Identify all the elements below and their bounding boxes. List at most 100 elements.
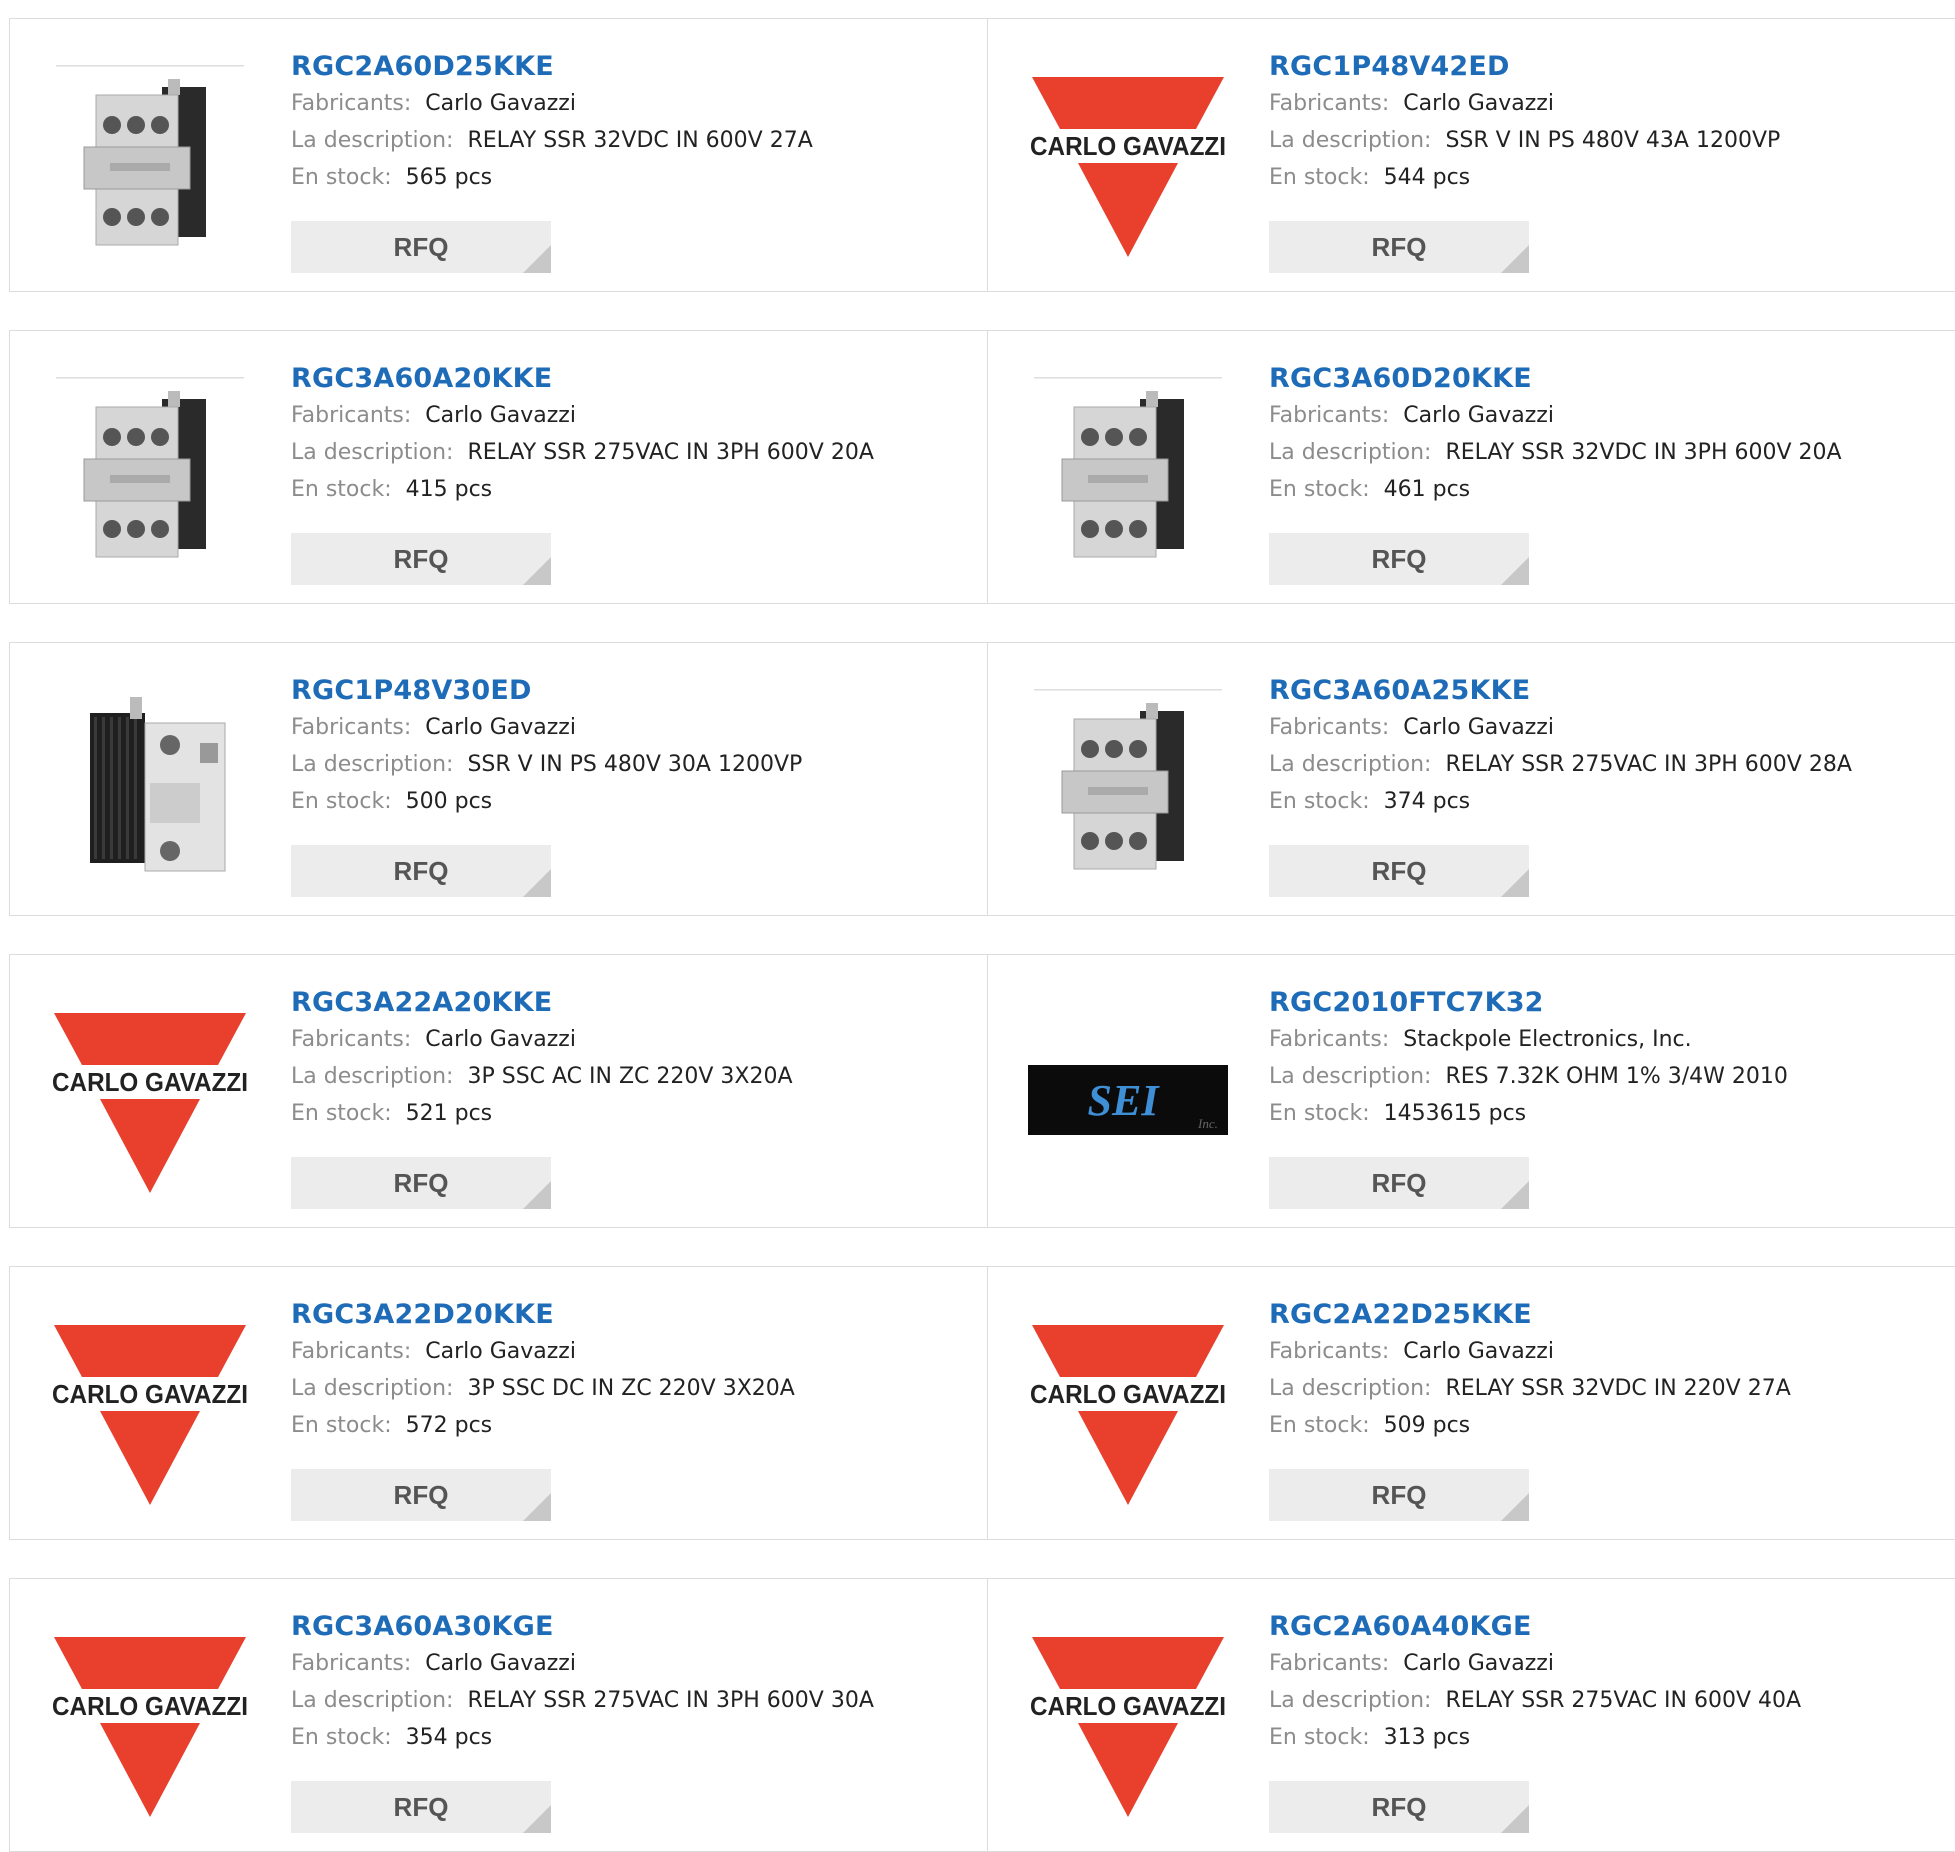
product-row: CARLO GAVAZZI RGC3A22A20KKE Fabricants: C… bbox=[9, 954, 1955, 1228]
description-label: La description: bbox=[1269, 440, 1432, 465]
part-number-link[interactable]: RGC3A60D20KKE bbox=[1269, 361, 1842, 397]
stock-line: En stock: 544 pcs bbox=[1269, 159, 1780, 196]
manufacturer-label: Fabricants: bbox=[1269, 1027, 1390, 1052]
logo-wordmark: CARLO GAVAZZI bbox=[1030, 131, 1226, 161]
rfq-button[interactable]: RFQ bbox=[1269, 1157, 1529, 1209]
stock-label: En stock: bbox=[291, 1413, 392, 1438]
rfq-button[interactable]: RFQ bbox=[1269, 221, 1529, 273]
part-number-link[interactable]: RGC2A60A40KGE bbox=[1269, 1609, 1801, 1645]
logo-wordmark: CARLO GAVAZZI bbox=[52, 1379, 248, 1409]
part-number-link[interactable]: RGC2A60D25KKE bbox=[291, 49, 813, 85]
description-value: RELAY SSR 275VAC IN 3PH 600V 20A bbox=[467, 440, 874, 465]
product-image[interactable]: CARLO GAVAZZI bbox=[1028, 1307, 1228, 1507]
part-number-link[interactable]: RGC2010FTC7K32 bbox=[1269, 985, 1788, 1021]
manufacturer-label: Fabricants: bbox=[291, 403, 412, 428]
stock-line: En stock: 313 pcs bbox=[1269, 1719, 1801, 1756]
carlo-gavazzi-logo: CARLO GAVAZZI bbox=[1030, 77, 1226, 257]
rfq-label: RFQ bbox=[393, 1792, 449, 1822]
rfq-button[interactable]: RFQ bbox=[1269, 845, 1529, 897]
manufacturer-label: Fabricants: bbox=[291, 715, 412, 740]
part-number-link[interactable]: RGC3A60A30KGE bbox=[291, 1609, 874, 1645]
product-card: CARLO GAVAZZI RGC1P48V42ED Fabricants: Ca… bbox=[988, 19, 1955, 291]
rfq-label: RFQ bbox=[1371, 1792, 1427, 1822]
part-number-link[interactable]: RGC1P48V42ED bbox=[1269, 49, 1780, 85]
part-number-link[interactable]: RGC3A22D20KKE bbox=[291, 1297, 795, 1333]
product-card: CARLO GAVAZZI RGC2A22D25KKE Fabricants: C… bbox=[988, 1267, 1955, 1539]
corner-triangle-icon bbox=[523, 1181, 551, 1209]
manufacturer-line: Fabricants: Carlo Gavazzi bbox=[291, 1021, 793, 1058]
manufacturer-value: Carlo Gavazzi bbox=[425, 1027, 576, 1052]
logo-wordmark: CARLO GAVAZZI bbox=[52, 1691, 248, 1721]
product-card: CARLO GAVAZZI RGC3A22A20KKE Fabricants: C… bbox=[10, 955, 988, 1227]
relay-3pole-icon bbox=[56, 377, 244, 558]
rfq-button[interactable]: RFQ bbox=[291, 221, 551, 273]
corner-triangle-icon bbox=[1501, 557, 1529, 585]
manufacturer-label: Fabricants: bbox=[1269, 1339, 1390, 1364]
description-line: La description: RELAY SSR 275VAC IN 3PH 6… bbox=[1269, 746, 1852, 783]
rfq-button[interactable]: RFQ bbox=[291, 845, 551, 897]
manufacturer-label: Fabricants: bbox=[291, 91, 412, 116]
product-image[interactable]: CARLO GAVAZZI bbox=[1028, 59, 1228, 259]
stock-value: 313 pcs bbox=[1383, 1725, 1471, 1750]
part-number-link[interactable]: RGC1P48V30ED bbox=[291, 673, 802, 709]
manufacturer-value: Carlo Gavazzi bbox=[425, 1651, 576, 1676]
product-image[interactable] bbox=[50, 59, 250, 259]
rfq-button[interactable]: RFQ bbox=[1269, 1781, 1529, 1833]
rfq-button[interactable]: RFQ bbox=[291, 1469, 551, 1521]
product-image[interactable] bbox=[50, 683, 250, 883]
product-image[interactable]: SEI Inc. bbox=[1028, 995, 1228, 1195]
corner-triangle-icon bbox=[1501, 1805, 1529, 1833]
part-number-link[interactable]: RGC3A22A20KKE bbox=[291, 985, 793, 1021]
part-number-link[interactable]: RGC3A60A25KKE bbox=[1269, 673, 1852, 709]
description-label: La description: bbox=[291, 1376, 454, 1401]
product-image[interactable] bbox=[1028, 683, 1228, 883]
rfq-button[interactable]: RFQ bbox=[1269, 1469, 1529, 1521]
manufacturer-value: Carlo Gavazzi bbox=[1403, 403, 1554, 428]
stock-value: 500 pcs bbox=[405, 789, 493, 814]
manufacturer-value: Carlo Gavazzi bbox=[1403, 715, 1554, 740]
manufacturer-line: Fabricants: Carlo Gavazzi bbox=[1269, 397, 1842, 434]
relay-3pole-icon bbox=[56, 65, 244, 246]
manufacturer-line: Fabricants: Carlo Gavazzi bbox=[1269, 709, 1852, 746]
part-number-link[interactable]: RGC3A60A20KKE bbox=[291, 361, 874, 397]
manufacturer-label: Fabricants: bbox=[1269, 1651, 1390, 1676]
description-line: La description: RELAY SSR 32VDC IN 220V 2… bbox=[1269, 1370, 1791, 1407]
product-row: RGC1P48V30ED Fabricants: Carlo Gavazzi La… bbox=[9, 642, 1955, 916]
part-number-link[interactable]: RGC2A22D25KKE bbox=[1269, 1297, 1791, 1333]
product-image[interactable]: CARLO GAVAZZI bbox=[50, 1619, 250, 1819]
manufacturer-line: Fabricants: Carlo Gavazzi bbox=[291, 397, 874, 434]
product-row: RGC3A60A20KKE Fabricants: Carlo Gavazzi L… bbox=[9, 330, 1955, 604]
description-value: 3P SSC AC IN ZC 220V 3X20A bbox=[467, 1064, 793, 1089]
stock-line: En stock: 461 pcs bbox=[1269, 471, 1842, 508]
rfq-button[interactable]: RFQ bbox=[291, 533, 551, 585]
carlo-gavazzi-logo: CARLO GAVAZZI bbox=[1030, 1637, 1226, 1817]
corner-triangle-icon bbox=[523, 869, 551, 897]
product-image[interactable] bbox=[1028, 371, 1228, 571]
relay-1pole-icon bbox=[90, 697, 226, 872]
rfq-button[interactable]: RFQ bbox=[291, 1157, 551, 1209]
rfq-button[interactable]: RFQ bbox=[1269, 533, 1529, 585]
product-image[interactable] bbox=[50, 371, 250, 571]
description-value: 3P SSC DC IN ZC 220V 3X20A bbox=[467, 1376, 795, 1401]
corner-triangle-icon bbox=[523, 1805, 551, 1833]
product-image[interactable]: CARLO GAVAZZI bbox=[50, 995, 250, 1195]
description-value: SSR V IN PS 480V 43A 1200VP bbox=[1445, 128, 1781, 153]
product-image[interactable]: CARLO GAVAZZI bbox=[1028, 1619, 1228, 1819]
product-image[interactable]: CARLO GAVAZZI bbox=[50, 1307, 250, 1507]
description-label: La description: bbox=[291, 752, 454, 777]
description-value: RELAY SSR 275VAC IN 3PH 600V 28A bbox=[1445, 752, 1852, 777]
logo-wordmark: CARLO GAVAZZI bbox=[52, 1067, 248, 1097]
relay-3pole-icon bbox=[1034, 377, 1222, 558]
description-line: La description: SSR V IN PS 480V 30A 1200… bbox=[291, 746, 802, 783]
rfq-label: RFQ bbox=[1371, 1480, 1427, 1510]
rfq-label: RFQ bbox=[1371, 232, 1427, 262]
product-row: CARLO GAVAZZI RGC3A60A30KGE Fabricants: C… bbox=[9, 1578, 1955, 1852]
description-line: La description: RELAY SSR 32VDC IN 3PH 60… bbox=[1269, 434, 1842, 471]
stock-value: 1453615 pcs bbox=[1383, 1101, 1527, 1126]
rfq-button[interactable]: RFQ bbox=[291, 1781, 551, 1833]
description-value: RES 7.32K OHM 1% 3/4W 2010 bbox=[1445, 1064, 1788, 1089]
stock-value: 354 pcs bbox=[405, 1725, 493, 1750]
manufacturer-value: Carlo Gavazzi bbox=[1403, 91, 1554, 116]
stock-value: 509 pcs bbox=[1383, 1413, 1471, 1438]
stock-line: En stock: 509 pcs bbox=[1269, 1407, 1791, 1444]
